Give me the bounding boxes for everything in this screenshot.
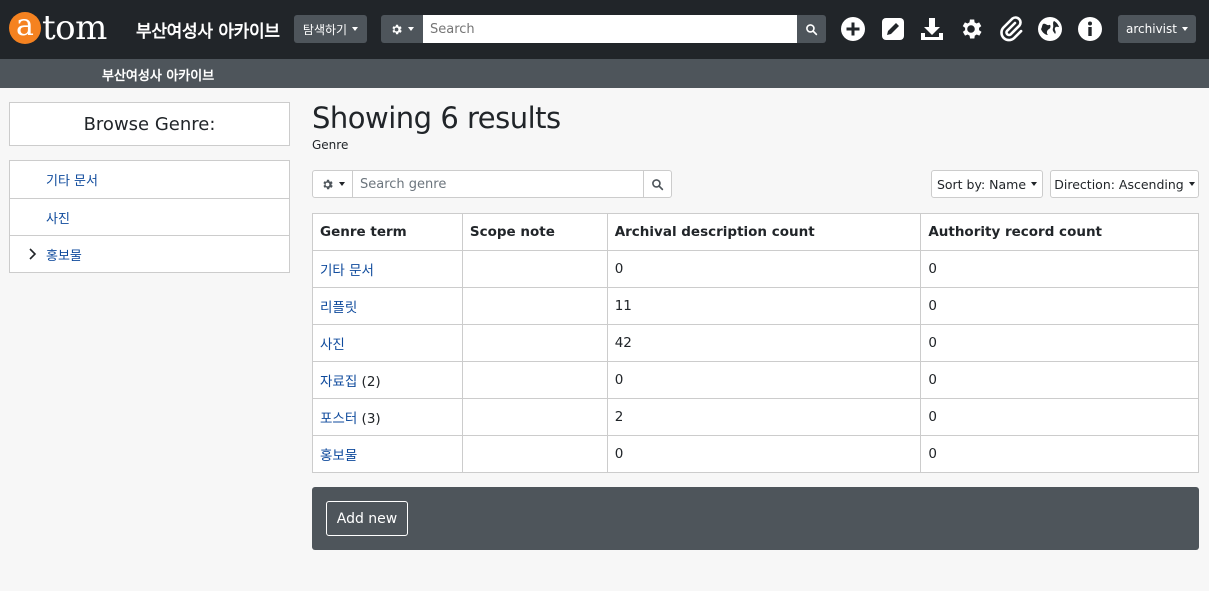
atom-logo[interactable]: a tom xyxy=(9,10,107,46)
edit-icon[interactable] xyxy=(880,16,906,42)
tree-item[interactable]: 사진 xyxy=(10,198,289,235)
table-row: 포스터 (3) 2 0 xyxy=(312,398,1199,436)
genre-term-link[interactable]: 홍보물 xyxy=(320,448,357,464)
user-menu-button[interactable]: archivist xyxy=(1118,15,1196,43)
gear-icon xyxy=(322,179,333,189)
genre-term-count: (3) xyxy=(357,411,381,427)
logo-text: tom xyxy=(42,8,107,48)
archival-count-cell: 0 xyxy=(606,435,922,473)
genre-term-link[interactable]: 리플릿 xyxy=(320,300,357,316)
plus-circle-icon[interactable] xyxy=(840,16,866,42)
genre-term-cell: 포스터 (3) xyxy=(312,398,463,436)
genre-term-link[interactable]: 기타 문서 xyxy=(320,263,374,279)
archival-count-cell: 2 xyxy=(606,398,922,436)
site-title[interactable]: 부산여성사 아카이브 xyxy=(136,17,280,42)
direction-dropdown[interactable]: Direction: Ascending xyxy=(1050,170,1199,198)
column-header-archival-count[interactable]: Archival description count xyxy=(606,213,922,251)
top-navbar: a tom 부산여성사 아카이브 탐색하기 archivist xyxy=(0,0,1209,59)
table-row: 홍보물 0 0 xyxy=(312,435,1199,473)
sort-dropdown-label: Sort by: Name xyxy=(936,176,1027,192)
info-icon[interactable] xyxy=(1077,16,1103,42)
column-header-genre-term[interactable]: Genre term xyxy=(312,213,463,251)
table-row: 리플릿 11 0 xyxy=(312,287,1199,325)
caret-down-icon xyxy=(352,27,359,31)
tree-item-label: 홍보물 xyxy=(46,248,82,264)
direction-dropdown-label: Direction: Ascending xyxy=(1054,176,1184,192)
genre-term-cell: 리플릿 xyxy=(312,287,463,325)
genre-table: Genre term Scope note Archival descripti… xyxy=(312,213,1199,473)
page-subtitle: Genre xyxy=(312,138,349,152)
page-title: Showing 6 results xyxy=(312,101,561,135)
caret-down-icon xyxy=(1181,27,1188,31)
gear-icon[interactable] xyxy=(958,16,984,42)
repository-bar: 부산여성사 아카이브 xyxy=(0,59,1209,88)
table-row: 사진 42 0 xyxy=(312,324,1199,362)
scope-note-cell xyxy=(461,398,608,436)
authority-count-cell: 0 xyxy=(920,250,1199,288)
genre-term-link[interactable]: 자료집 xyxy=(320,374,357,390)
archival-count-cell: 42 xyxy=(606,324,922,362)
caret-down-icon xyxy=(408,27,414,31)
search-button[interactable] xyxy=(797,15,826,43)
table-row: 기타 문서 0 0 xyxy=(312,250,1199,288)
archival-count-cell: 0 xyxy=(606,250,922,288)
genre-search-placeholder: Search genre xyxy=(360,176,447,192)
search-icon xyxy=(652,178,664,190)
sort-dropdown[interactable]: Sort by: Name xyxy=(931,170,1043,198)
search-input[interactable] xyxy=(423,15,797,43)
gear-icon xyxy=(392,24,402,34)
authority-count-cell: 0 xyxy=(920,324,1199,362)
genre-term-cell: 기타 문서 xyxy=(312,250,463,288)
add-new-button[interactable]: Add new xyxy=(326,501,408,536)
authority-count-cell: 0 xyxy=(920,398,1199,436)
actions-bar: Add new xyxy=(312,487,1199,550)
genre-term-count: (2) xyxy=(357,374,381,390)
scope-note-cell xyxy=(461,324,608,362)
scope-note-cell xyxy=(461,287,608,325)
genre-tree: 기타 문서 사진 홍보물 xyxy=(9,160,290,273)
browse-menu-button[interactable]: 탐색하기 xyxy=(294,15,367,43)
tree-item[interactable]: 홍보물 xyxy=(10,235,289,272)
genre-term-link[interactable]: 사진 xyxy=(320,337,345,353)
column-header-scope-note[interactable]: Scope note xyxy=(461,213,608,251)
filter-options-button[interactable] xyxy=(312,170,353,198)
genre-search-button[interactable] xyxy=(643,170,672,198)
user-menu-label: archivist xyxy=(1126,22,1177,36)
browse-genre-title: Browse Genre: xyxy=(9,102,290,146)
search-options-button[interactable] xyxy=(381,15,423,43)
authority-count-cell: 0 xyxy=(920,287,1199,325)
genre-search-input[interactable]: Search genre xyxy=(352,170,644,198)
chevron-right-icon[interactable] xyxy=(28,248,38,260)
scope-note-cell xyxy=(461,361,608,399)
genre-term-link[interactable]: 포스터 xyxy=(320,411,357,427)
scope-note-cell xyxy=(461,250,608,288)
tree-item-label: 기타 문서 xyxy=(46,174,98,189)
caret-down-icon xyxy=(1031,182,1038,186)
globe-icon[interactable] xyxy=(1037,16,1063,42)
authority-count-cell: 0 xyxy=(920,435,1199,473)
tree-item[interactable]: 기타 문서 xyxy=(10,161,289,198)
table-row: 자료집 (2) 0 0 xyxy=(312,361,1199,399)
download-icon[interactable] xyxy=(919,16,945,42)
table-header-row: Genre term Scope note Archival descripti… xyxy=(312,213,1199,251)
browse-menu-label: 탐색하기 xyxy=(302,22,348,37)
archival-count-cell: 0 xyxy=(606,361,922,399)
tree-item-label: 사진 xyxy=(46,211,70,227)
genre-term-cell: 홍보물 xyxy=(312,435,463,473)
authority-count-cell: 0 xyxy=(920,361,1199,399)
column-header-authority-count[interactable]: Authority record count xyxy=(920,213,1199,251)
genre-term-cell: 자료집 (2) xyxy=(312,361,463,399)
caret-down-icon xyxy=(1188,182,1195,186)
caret-down-icon xyxy=(338,182,345,186)
scope-note-cell xyxy=(461,435,608,473)
search-icon xyxy=(806,23,818,35)
genre-term-cell: 사진 xyxy=(312,324,463,362)
archival-count-cell: 11 xyxy=(606,287,922,325)
paperclip-icon[interactable] xyxy=(998,16,1024,42)
repository-title[interactable]: 부산여성사 아카이브 xyxy=(102,65,214,84)
logo-initial: a xyxy=(9,11,41,44)
